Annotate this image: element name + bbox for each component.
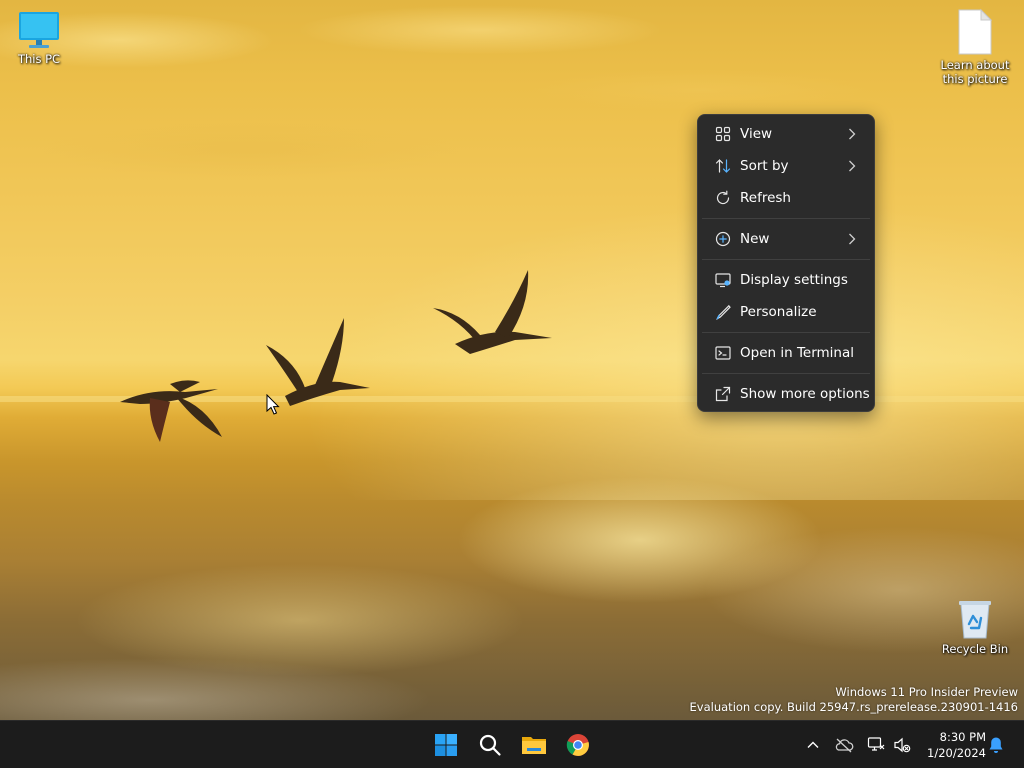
windows-start-icon xyxy=(435,734,457,756)
volume-button[interactable] xyxy=(892,735,912,755)
menu-item-label: New xyxy=(740,231,770,247)
speaker-muted-icon xyxy=(894,737,911,753)
menu-item-display-settings[interactable]: Display settings xyxy=(702,264,870,296)
watermark-line-1: Windows 11 Pro Insider Preview xyxy=(835,685,1018,699)
menu-separator xyxy=(702,259,870,260)
menu-item-personalize[interactable]: Personalize xyxy=(702,296,870,328)
menu-separator xyxy=(702,332,870,333)
taskbar: 8:30 PM 1/20/2024 xyxy=(0,720,1024,768)
plus-circle-icon xyxy=(715,231,731,247)
grid-icon xyxy=(715,126,731,142)
menu-item-label: Open in Terminal xyxy=(740,345,854,361)
desktop[interactable]: This PC Learn about this picture Recycle… xyxy=(0,0,1024,720)
menu-item-refresh[interactable]: Refresh xyxy=(702,182,870,214)
notifications-button[interactable] xyxy=(986,735,1006,755)
refresh-icon xyxy=(716,190,730,205)
file-explorer-button[interactable] xyxy=(516,727,552,763)
chevron-right-icon xyxy=(849,128,856,140)
display-settings-icon xyxy=(715,273,731,288)
menu-item-label: Show more options xyxy=(740,386,870,402)
menu-separator xyxy=(702,373,870,374)
desktop-icon-learn-about-picture[interactable]: Learn about this picture xyxy=(936,8,1014,86)
search-button[interactable] xyxy=(472,727,508,763)
desktop-icon-label-line2: this picture xyxy=(942,72,1008,86)
desktop-icon-label: This PC xyxy=(17,52,61,66)
terminal-icon xyxy=(715,346,731,360)
sort-icon xyxy=(715,159,731,173)
network-icon xyxy=(867,737,885,751)
menu-item-label: Refresh xyxy=(740,190,791,206)
desktop-icon-recycle-bin[interactable]: Recycle Bin xyxy=(936,598,1014,656)
share-icon xyxy=(715,386,731,402)
chrome-button[interactable] xyxy=(560,727,596,763)
clock-time: 8:30 PM xyxy=(939,730,986,744)
chevron-right-icon xyxy=(849,233,856,245)
monitor-icon xyxy=(19,12,59,48)
wallpaper-sun-glow xyxy=(300,200,1024,500)
show-hidden-icons-button[interactable] xyxy=(803,735,823,755)
onedrive-icon xyxy=(835,738,854,753)
notification-bell-icon xyxy=(989,737,1003,753)
desktop-icon-this-pc[interactable]: This PC xyxy=(0,10,78,66)
desktop-context-menu: View Sort by Refresh New Display setting… xyxy=(697,114,875,412)
menu-separator xyxy=(702,218,870,219)
network-button[interactable] xyxy=(866,735,886,755)
menu-item-view[interactable]: View xyxy=(702,118,870,150)
menu-item-new[interactable]: New xyxy=(702,223,870,255)
pen-icon xyxy=(716,304,731,320)
menu-item-show-more-options[interactable]: Show more options xyxy=(702,378,870,410)
recycle-bin-icon xyxy=(959,601,991,639)
desktop-icon-label-line1: Learn about xyxy=(940,58,1010,72)
chrome-icon xyxy=(566,734,589,756)
document-icon xyxy=(958,8,993,55)
menu-item-label: View xyxy=(740,126,773,142)
evaluation-watermark: Windows 11 Pro Insider Preview Evaluatio… xyxy=(690,685,1018,715)
clock-date: 1/20/2024 xyxy=(927,746,986,760)
menu-item-label: Sort by xyxy=(740,158,789,174)
menu-item-sort-by[interactable]: Sort by xyxy=(702,150,870,182)
onedrive-button[interactable] xyxy=(834,735,854,755)
chevron-right-icon xyxy=(849,160,856,172)
mouse-cursor-icon xyxy=(266,394,280,415)
file-explorer-icon xyxy=(522,737,546,754)
wallpaper-sea-spray xyxy=(0,470,1024,720)
desktop-icon-label: Recycle Bin xyxy=(941,642,1009,656)
watermark-line-2: Evaluation copy. Build 25947.rs_prerelea… xyxy=(689,700,1018,714)
menu-item-label: Personalize xyxy=(740,304,817,320)
clock[interactable]: 8:30 PM 1/20/2024 xyxy=(920,729,986,761)
search-icon xyxy=(479,734,501,756)
menu-item-label: Display settings xyxy=(740,272,848,288)
menu-item-open-in-terminal[interactable]: Open in Terminal xyxy=(702,337,870,369)
start-button[interactable] xyxy=(428,727,464,763)
chevron-up-icon xyxy=(807,741,819,748)
